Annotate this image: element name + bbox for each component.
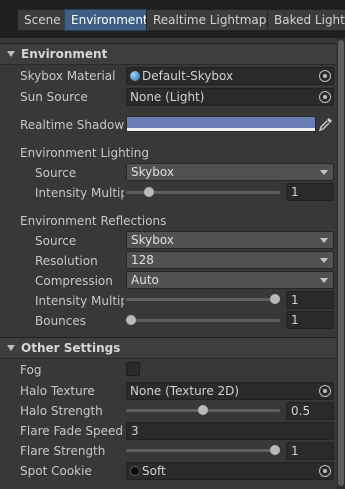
lighting-intensity-slider-thumb[interactable] bbox=[144, 187, 154, 197]
environment-section-title: Environment bbox=[21, 47, 108, 61]
lighting-source-value: Skybox bbox=[131, 165, 174, 179]
fog-label: Fog bbox=[20, 363, 42, 377]
flare-strength-slider-thumb[interactable] bbox=[270, 445, 280, 455]
lighting-source-dropdown[interactable]: Skybox bbox=[126, 163, 334, 181]
tab-environment[interactable]: Environment bbox=[64, 9, 147, 31]
reflections-intensity-slider-thumb[interactable] bbox=[270, 294, 280, 304]
reflections-intensity-label: Intensity Multiplier bbox=[35, 294, 124, 308]
chevron-down-icon bbox=[320, 238, 328, 243]
bounces-label: Bounces bbox=[35, 314, 87, 328]
object-picker-icon[interactable] bbox=[319, 465, 331, 477]
flare-fade-speed-field[interactable]: 3 bbox=[126, 422, 334, 440]
other-settings-section-header[interactable]: Other Settings bbox=[0, 337, 336, 359]
realtime-shadow-color-label: Realtime Shadow Color bbox=[20, 118, 125, 132]
cookie-texture-icon bbox=[130, 466, 140, 476]
sun-source-label: Sun Source bbox=[20, 90, 88, 104]
realtime-shadow-color-swatch[interactable] bbox=[126, 116, 316, 132]
skybox-material-field[interactable]: Default-Skybox bbox=[126, 67, 334, 85]
tab-bar: Scene Environment Realtime Lightmaps Bak… bbox=[0, 0, 345, 38]
object-picker-icon[interactable] bbox=[319, 91, 331, 103]
spot-cookie-label: Spot Cookie bbox=[20, 464, 92, 478]
foldout-arrow-icon bbox=[7, 51, 15, 57]
lighting-source-label: Source bbox=[35, 166, 77, 180]
bounces-field[interactable]: 1 bbox=[286, 311, 334, 329]
spot-cookie-field[interactable]: Soft bbox=[126, 462, 334, 480]
chevron-down-icon bbox=[320, 278, 328, 283]
reflections-intensity-field[interactable]: 1 bbox=[286, 291, 334, 309]
resolution-value: 128 bbox=[131, 253, 154, 267]
reflections-intensity-slider-track[interactable] bbox=[126, 298, 280, 301]
object-picker-icon[interactable] bbox=[319, 385, 331, 397]
skybox-material-value: Default-Skybox bbox=[142, 69, 234, 83]
reflections-source-dropdown[interactable]: Skybox bbox=[126, 231, 334, 249]
foldout-arrow-icon bbox=[7, 345, 15, 351]
tab-realtime-lightmaps[interactable]: Realtime Lightmaps bbox=[146, 9, 268, 31]
scrollbar-thumb[interactable] bbox=[338, 40, 344, 486]
reflections-source-label: Source bbox=[35, 234, 77, 248]
compression-label: Compression bbox=[35, 274, 113, 288]
tab-baked-lightmaps[interactable]: Baked Lightmaps bbox=[267, 9, 345, 31]
other-settings-section-title: Other Settings bbox=[21, 341, 121, 355]
environment-lighting-heading: Environment Lighting bbox=[20, 146, 149, 160]
skybox-material-icon bbox=[130, 71, 140, 81]
flare-strength-slider-track[interactable] bbox=[126, 449, 280, 452]
reflections-source-value: Skybox bbox=[131, 233, 174, 247]
halo-strength-slider-thumb[interactable] bbox=[198, 405, 208, 415]
compression-value: Auto bbox=[131, 273, 159, 287]
halo-texture-label: Halo Texture bbox=[20, 384, 95, 398]
fog-checkbox[interactable] bbox=[126, 362, 140, 376]
chevron-down-icon bbox=[320, 170, 328, 175]
skybox-material-label: Skybox Material bbox=[20, 69, 116, 83]
halo-strength-field[interactable]: 0.5 bbox=[286, 402, 334, 420]
halo-texture-field[interactable]: None (Texture 2D) bbox=[126, 382, 334, 400]
alpha-bar bbox=[127, 128, 315, 131]
environment-reflections-heading: Environment Reflections bbox=[20, 214, 167, 228]
halo-strength-label: Halo Strength bbox=[20, 404, 103, 418]
sun-source-field[interactable]: None (Light) bbox=[126, 88, 334, 106]
flare-fade-speed-label: Flare Fade Speed bbox=[20, 424, 124, 438]
flare-strength-field[interactable]: 1 bbox=[286, 442, 334, 460]
resolution-dropdown[interactable]: 128 bbox=[126, 251, 334, 269]
tab-scene[interactable]: Scene bbox=[17, 9, 65, 31]
environment-section-header[interactable]: Environment bbox=[0, 43, 336, 65]
compression-dropdown[interactable]: Auto bbox=[126, 271, 334, 289]
chevron-down-icon bbox=[320, 258, 328, 263]
spot-cookie-value: Soft bbox=[142, 464, 166, 478]
sun-source-value: None (Light) bbox=[130, 90, 205, 104]
flare-strength-label: Flare Strength bbox=[20, 444, 106, 458]
bounces-slider-track[interactable] bbox=[126, 319, 280, 322]
eyedropper-icon[interactable] bbox=[318, 116, 334, 132]
bounces-slider-thumb[interactable] bbox=[126, 315, 136, 325]
lighting-intensity-field[interactable]: 1 bbox=[286, 183, 334, 201]
resolution-label: Resolution bbox=[35, 254, 98, 268]
object-picker-icon[interactable] bbox=[319, 70, 331, 82]
lighting-intensity-label: Intensity Multiplier bbox=[35, 186, 124, 200]
halo-texture-value: None (Texture 2D) bbox=[130, 384, 240, 398]
